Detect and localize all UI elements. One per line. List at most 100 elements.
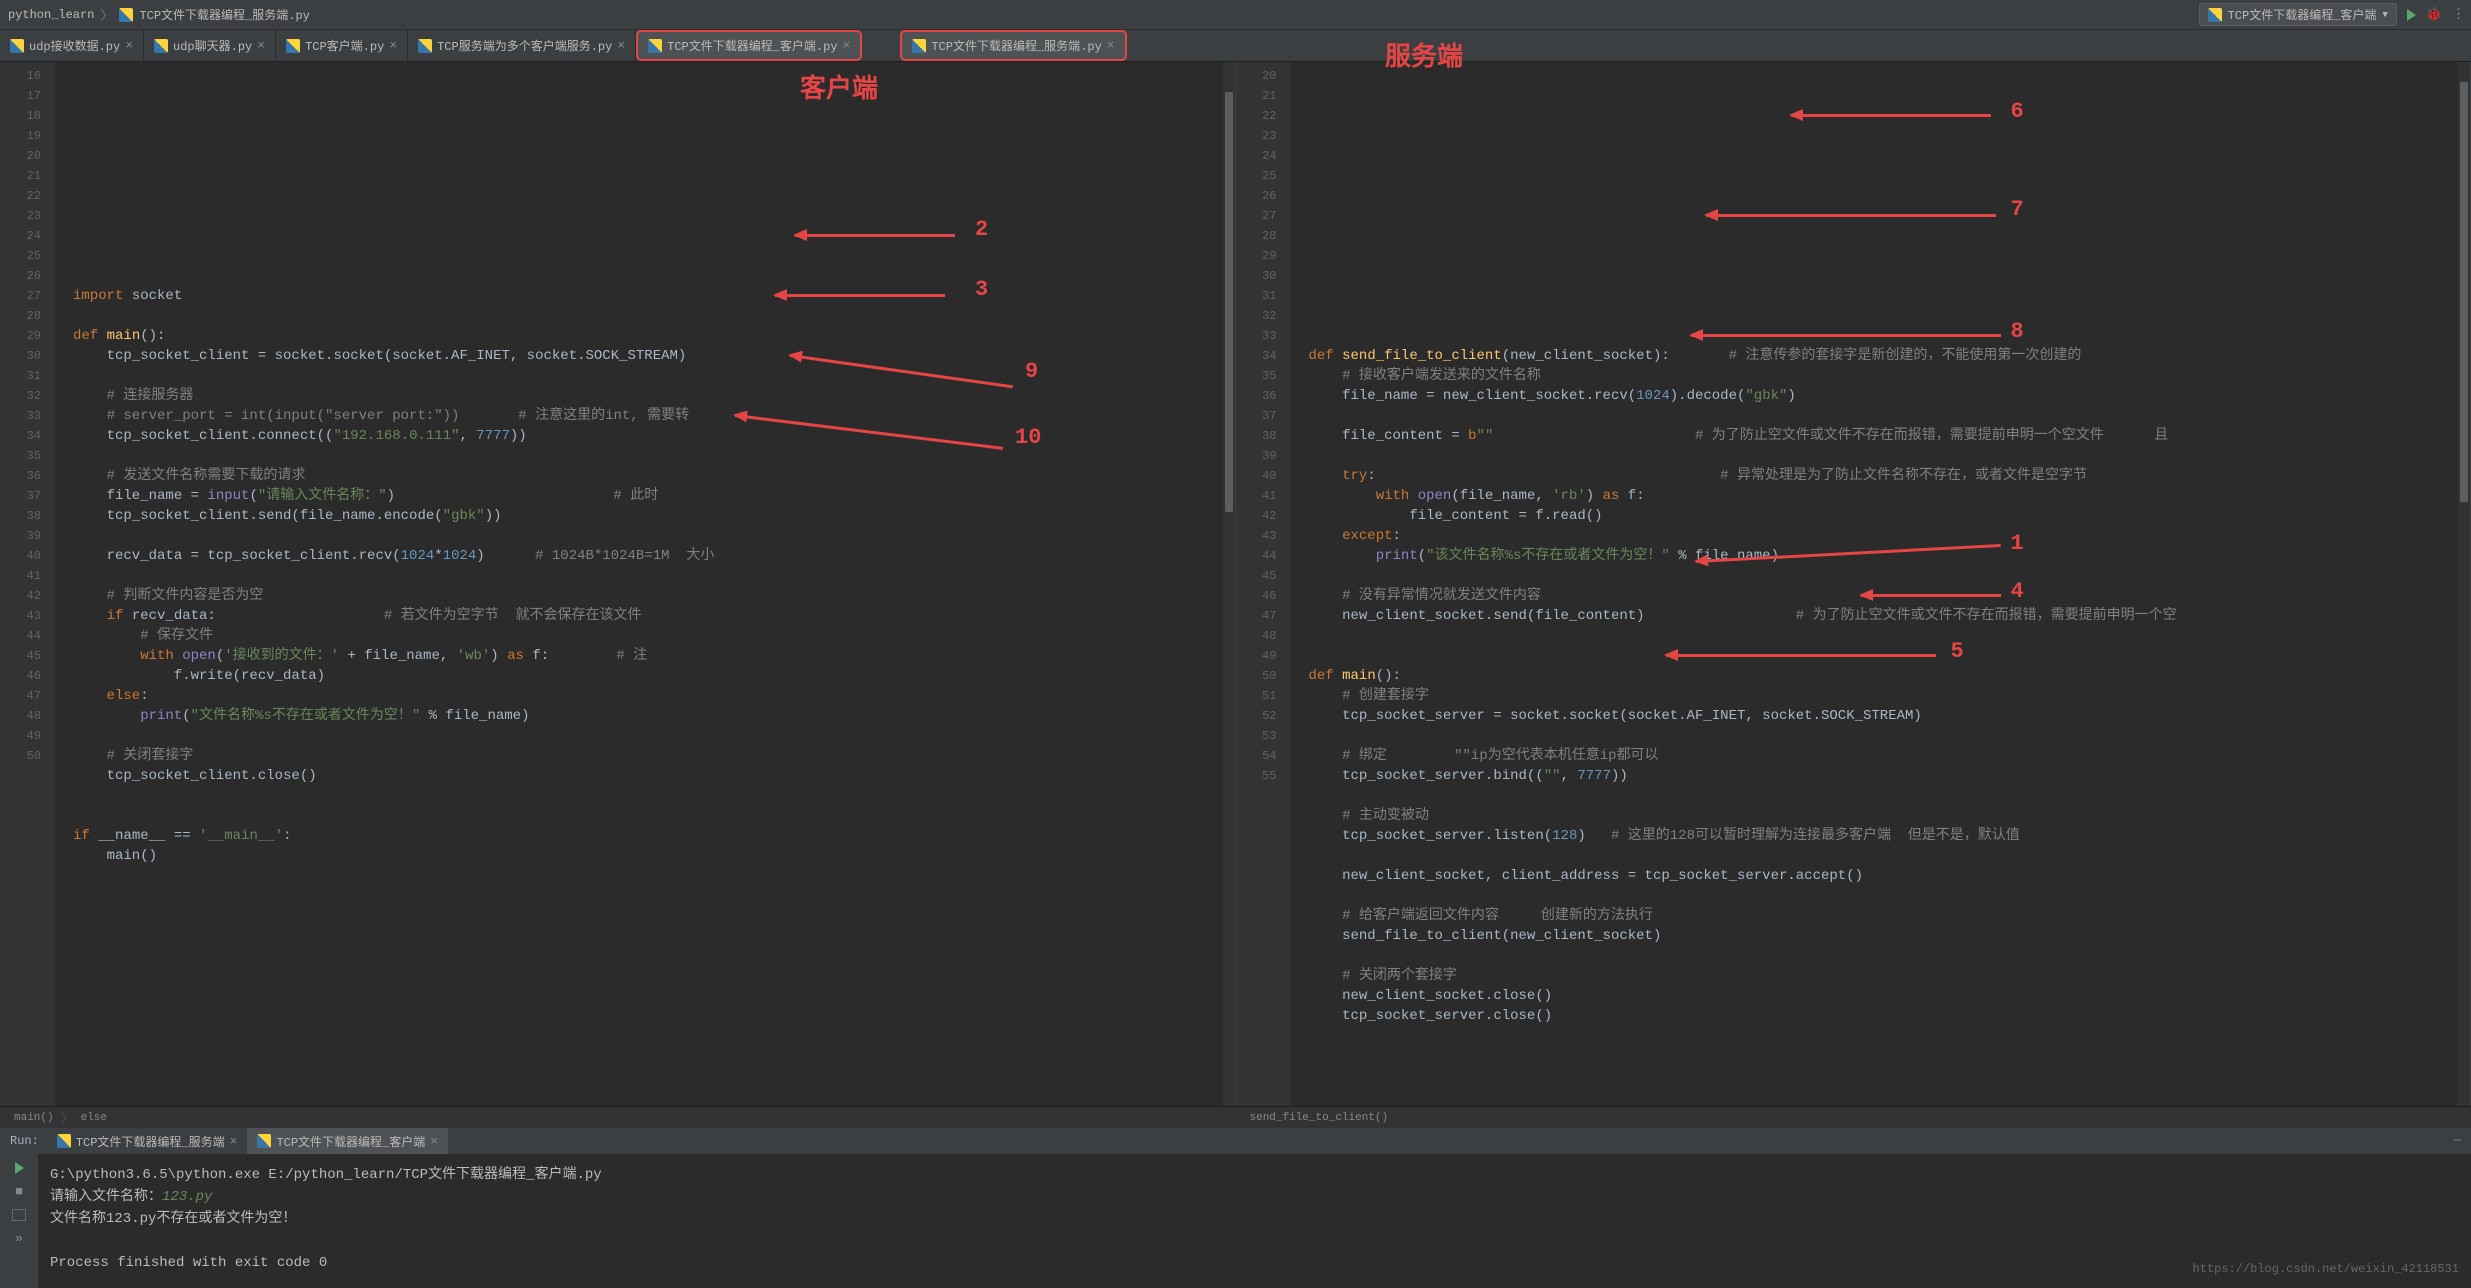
python-file-icon bbox=[912, 39, 926, 53]
editor-tab[interactable]: TCP文件下载器编程_服务端.py× bbox=[900, 30, 1126, 61]
stop-icon[interactable]: ■ bbox=[15, 1184, 23, 1199]
arrow-num-2: 2 bbox=[975, 220, 988, 240]
more-icon[interactable]: ⋮ bbox=[2452, 7, 2463, 22]
code-line: with open('接收到的文件：' + file_name, 'wb') a… bbox=[73, 646, 1213, 666]
code-line: recv_data = tcp_socket_client.recv(1024*… bbox=[73, 546, 1213, 566]
code-line: tcp_socket_server.close() bbox=[1309, 1006, 2449, 1026]
python-file-icon bbox=[154, 39, 168, 53]
arrow-num-8: 8 bbox=[2011, 322, 2024, 342]
settings-icon[interactable]: » bbox=[15, 1231, 23, 1246]
code-line bbox=[1309, 626, 2449, 646]
watermark: https://blog.csdn.net/weixin_42118531 bbox=[2193, 1262, 2459, 1276]
close-icon[interactable]: × bbox=[1107, 38, 1115, 53]
code-line: file_content = f.read() bbox=[1309, 506, 2449, 526]
code-line: new_client_socket.close() bbox=[1309, 986, 2449, 1006]
annotation-client-label: 客户端 bbox=[800, 68, 878, 105]
code-line: # server_port = int(input("server port:"… bbox=[73, 406, 1213, 426]
close-icon[interactable]: × bbox=[125, 38, 133, 53]
editor-tab[interactable]: udp聊天器.py × bbox=[144, 30, 276, 61]
python-file-icon bbox=[119, 8, 133, 22]
code-line: # 关闭套接字 bbox=[73, 746, 1213, 766]
tab-label: TCP文件下载器编程_客户端.py bbox=[667, 37, 837, 54]
scrollbar-right[interactable] bbox=[2458, 62, 2470, 1106]
tab-label: udp聊天器.py bbox=[173, 37, 252, 54]
code-line: tcp_socket_server = socket.socket(socket… bbox=[1309, 706, 2449, 726]
editor-tab[interactable]: TCP文件下载器编程_客户端.py × bbox=[636, 30, 862, 61]
crumb-item[interactable]: main() bbox=[14, 1112, 54, 1124]
run-output[interactable]: G:\python3.6.5\python.exe E:/python_lear… bbox=[38, 1130, 2471, 1288]
breadcrumb-project[interactable]: python_learn bbox=[8, 8, 94, 22]
code-line bbox=[73, 806, 1213, 826]
python-file-icon bbox=[418, 39, 432, 53]
code-line: # 判断文件内容是否为空 bbox=[73, 586, 1213, 606]
output-line: Process finished with exit code 0 bbox=[50, 1252, 2459, 1274]
code-line bbox=[1309, 406, 2449, 426]
breadcrumb-separator: 〉 bbox=[100, 5, 113, 24]
code-line: tcp_socket_client.connect(("192.168.0.11… bbox=[73, 426, 1213, 446]
code-line: def send_file_to_client(new_client_socke… bbox=[1309, 346, 2449, 366]
run-icon[interactable] bbox=[2407, 9, 2416, 21]
output-line: G:\python3.6.5\python.exe E:/python_lear… bbox=[50, 1164, 2459, 1186]
close-icon[interactable]: × bbox=[617, 38, 625, 53]
code-line bbox=[1309, 846, 2449, 866]
editor-tab[interactable]: TCP服务端为多个客户端服务.py × bbox=[408, 30, 636, 61]
tab-label: TCP客户端.py bbox=[305, 37, 384, 54]
code-line: if recv_data: # 若文件为空字节 就不会保存在该文件 bbox=[73, 606, 1213, 626]
editor-crumb-left: main() 〉 else bbox=[0, 1106, 1236, 1128]
close-icon[interactable]: × bbox=[257, 38, 265, 53]
code-line bbox=[1309, 566, 2449, 586]
code-line bbox=[1309, 726, 2449, 746]
code-line: send_file_to_client(new_client_socket) bbox=[1309, 926, 2449, 946]
output-line: 文件名称123.py不存在或者文件为空！ bbox=[50, 1208, 2459, 1230]
code-line: file_name = input("请输入文件名称：") # 此时 bbox=[73, 486, 1213, 506]
code-line bbox=[1309, 1046, 2449, 1066]
arrow-num-7: 7 bbox=[2011, 200, 2024, 220]
code-line: # 发送文件名称需要下载的请求 bbox=[73, 466, 1213, 486]
python-file-icon bbox=[2208, 8, 2222, 22]
close-icon[interactable]: × bbox=[389, 38, 397, 53]
code-line: file_content = b"" # 为了防止空文件或文件不存在而报错，需要… bbox=[1309, 426, 2449, 446]
editor-tab[interactable]: udp接收数据.py× bbox=[0, 30, 144, 61]
editor-right: 2021222324252627282930313233343536373839… bbox=[1236, 62, 2471, 1106]
code-line: with open(file_name, 'rb') as f: bbox=[1309, 486, 2449, 506]
code-line: # 接收客户端发送来的文件名称 bbox=[1309, 366, 2449, 386]
python-file-icon bbox=[10, 39, 24, 53]
arrow-num-6: 6 bbox=[2011, 102, 2024, 122]
editor-split: 1617181920212223242526272829303132333435… bbox=[0, 62, 2471, 1106]
console-icon[interactable] bbox=[12, 1209, 26, 1221]
crumb-item[interactable]: else bbox=[81, 1112, 107, 1124]
breadcrumb-file[interactable]: TCP文件下载器编程_服务端.py bbox=[139, 6, 309, 23]
code-line: def main(): bbox=[73, 326, 1213, 346]
code-line: file_name = new_client_socket.recv(1024)… bbox=[1309, 386, 2449, 406]
code-right[interactable]: 6 7 8 1 4 5 def send_file_to_client(new_… bbox=[1291, 62, 2459, 1106]
crumb-item[interactable]: send_file_to_client() bbox=[1250, 1112, 1389, 1124]
code-line: new_client_socket, client_address = tcp_… bbox=[1309, 866, 2449, 886]
code-line: tcp_socket_server.bind(("", 7777)) bbox=[1309, 766, 2449, 786]
code-line bbox=[73, 526, 1213, 546]
breadcrumb: python_learn 〉 TCP文件下载器编程_服务端.py bbox=[8, 5, 310, 24]
code-line: f.write(recv_data) bbox=[73, 666, 1213, 686]
code-line: tcp_socket_client = socket.socket(socket… bbox=[73, 346, 1213, 366]
code-line bbox=[73, 866, 1213, 886]
close-icon[interactable]: × bbox=[843, 38, 851, 53]
editor-tab[interactable]: TCP客户端.py × bbox=[276, 30, 408, 61]
code-line: # 保存文件 bbox=[73, 626, 1213, 646]
scrollbar-left[interactable] bbox=[1223, 62, 1235, 1106]
tab-label: TCP服务端为多个客户端服务.py bbox=[437, 37, 612, 54]
code-line: except: bbox=[1309, 526, 2449, 546]
code-left[interactable]: 2 3 9 10 import socketdef main(): tcp_so… bbox=[55, 62, 1223, 1106]
run-config-label: TCP文件下载器编程_客户端 bbox=[2228, 6, 2377, 23]
rerun-icon[interactable] bbox=[15, 1162, 24, 1174]
code-line: tcp_socket_client.send(file_name.encode(… bbox=[73, 506, 1213, 526]
run-config-dropdown[interactable]: TCP文件下载器编程_客户端 ▼ bbox=[2199, 3, 2397, 26]
top-toolbar: python_learn 〉 TCP文件下载器编程_服务端.py TCP文件下载… bbox=[0, 0, 2471, 30]
gutter-right: 2021222324252627282930313233343536373839… bbox=[1236, 62, 1291, 1106]
code-line: try: # 异常处理是为了防止文件名称不存在，或者文件是空字节 bbox=[1309, 466, 2449, 486]
code-line bbox=[1309, 886, 2449, 906]
code-line: new_client_socket.send(file_content) # 为… bbox=[1309, 606, 2449, 626]
code-line bbox=[73, 566, 1213, 586]
editor-crumb-right: send_file_to_client() bbox=[1236, 1106, 2471, 1128]
code-line bbox=[73, 786, 1213, 806]
debug-icon[interactable]: 🐞 bbox=[2426, 7, 2442, 22]
code-line bbox=[1309, 1026, 2449, 1046]
